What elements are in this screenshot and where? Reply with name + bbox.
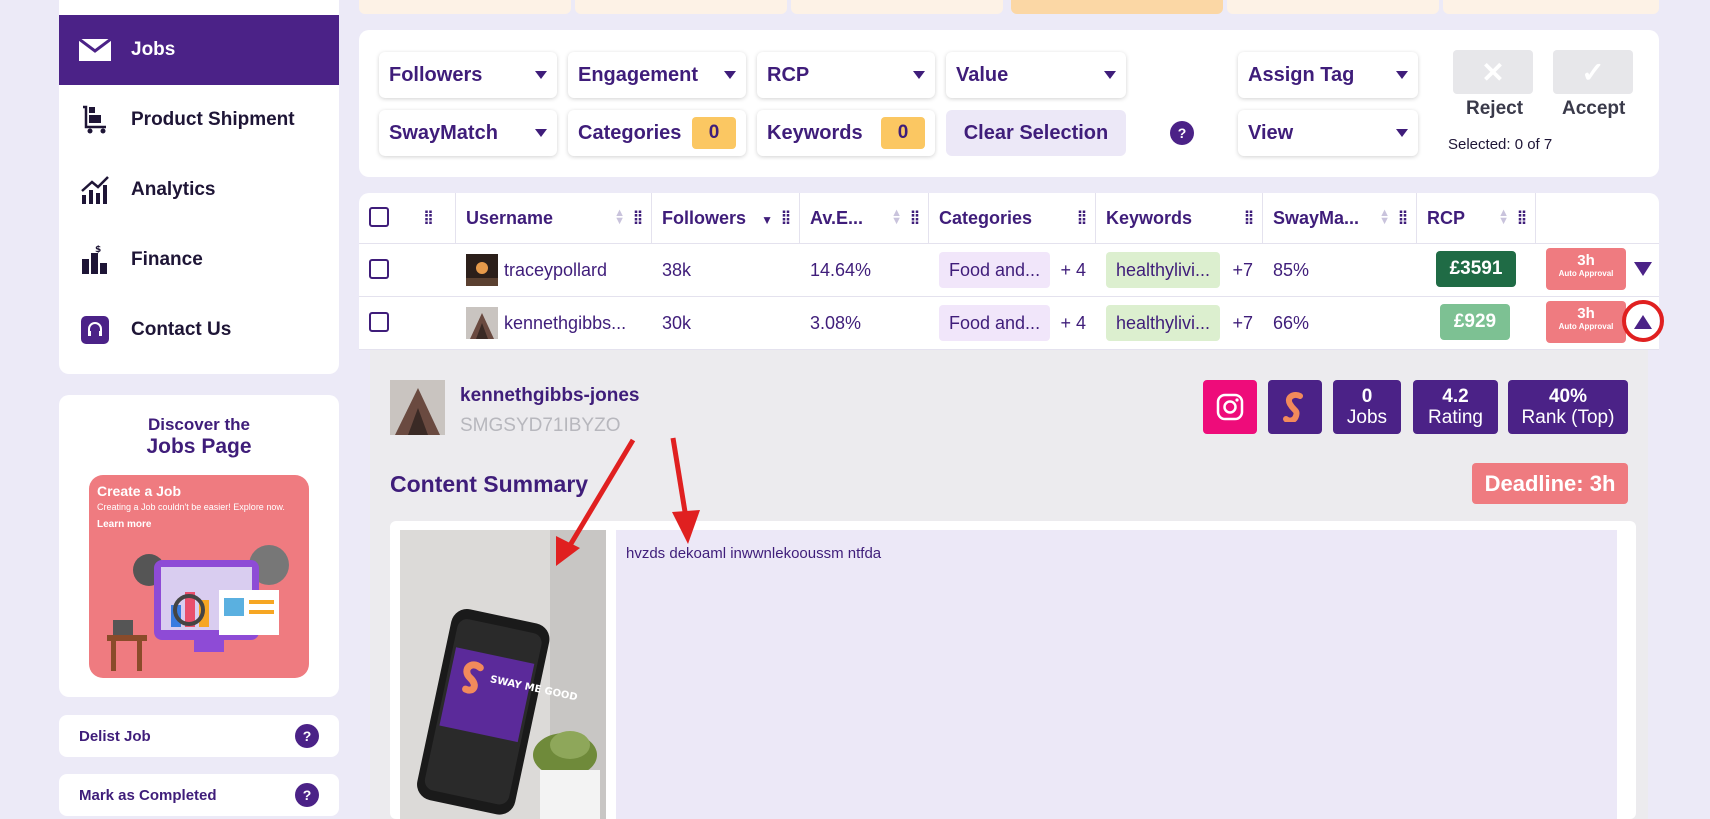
annotation-arrows	[556, 437, 700, 566]
